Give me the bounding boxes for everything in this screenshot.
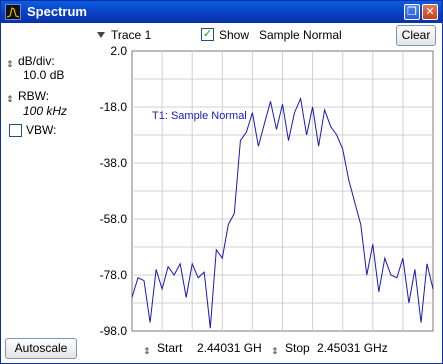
spectrum-panel: Trace 1 Show Sample Normal Clear ⇕ dB/di… [1, 23, 442, 363]
spectrum-app-icon [5, 4, 21, 20]
close-icon: ✕ [425, 6, 435, 18]
y-tick-label: -58.0 [100, 212, 128, 226]
start-spinner-icon[interactable]: ⇕ [143, 346, 151, 356]
start-label: Start [157, 341, 183, 355]
y-tick-label: -98.0 [100, 324, 128, 338]
title-bar[interactable]: Spectrum ❐ ✕ [1, 1, 442, 23]
y-tick-label: -78.0 [100, 268, 128, 282]
close-button[interactable]: ✕ [422, 4, 438, 20]
spectrum-chart[interactable]: 2.0 -18.0 -38.0 -58.0 -78.0 -98.0 T1: Sample … [1, 23, 442, 363]
trace-legend-label: T1: Sample Normal [152, 110, 247, 122]
y-tick-label: -38.0 [100, 156, 128, 170]
y-tick-label: 2.0 [110, 44, 127, 58]
window-title: Spectrum [27, 4, 87, 19]
start-value[interactable]: 2.44031 GH [197, 341, 262, 355]
y-tick-label: -18.0 [100, 100, 128, 114]
restore-button[interactable]: ❐ [404, 4, 420, 20]
stop-spinner-icon[interactable]: ⇕ [271, 346, 279, 356]
stop-value[interactable]: 2.45031 GHz [317, 341, 388, 355]
restore-icon: ❐ [407, 6, 417, 18]
stop-label: Stop [285, 341, 310, 355]
spectrum-window: Spectrum ❐ ✕ Trace 1 Show Sample Normal … [0, 0, 443, 364]
